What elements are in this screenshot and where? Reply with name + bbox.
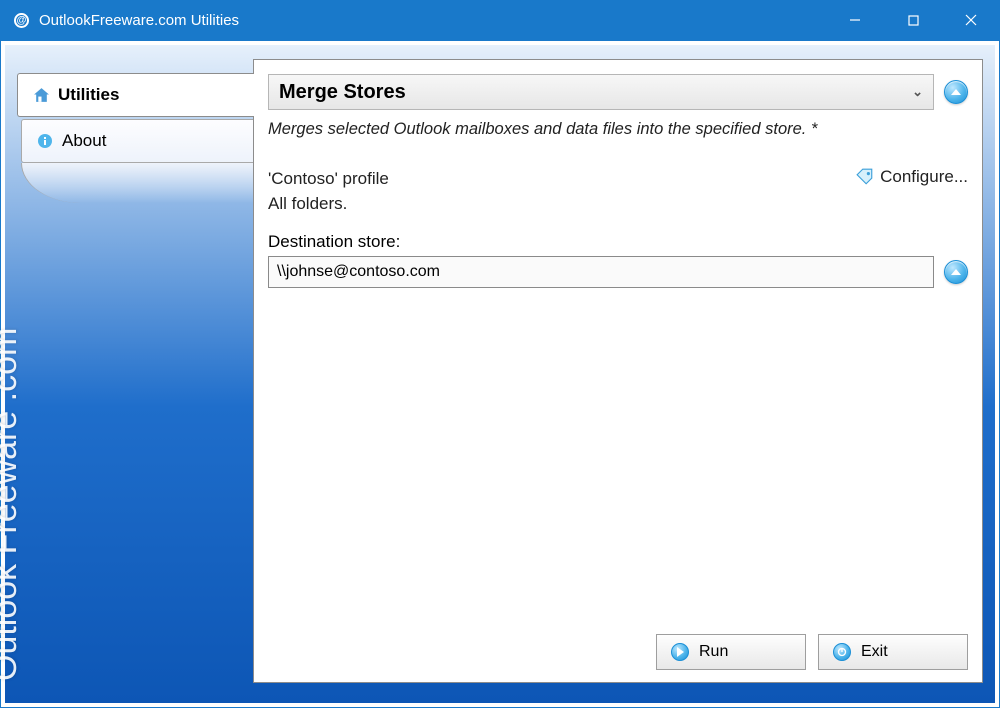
- maximize-button[interactable]: [884, 0, 942, 40]
- window-controls: [826, 0, 1000, 40]
- play-icon: [671, 643, 689, 661]
- exit-button[interactable]: Exit: [818, 634, 968, 670]
- destination-store-label: Destination store:: [268, 232, 968, 252]
- home-icon: [32, 86, 50, 104]
- chevron-down-icon: ⌄: [912, 84, 923, 100]
- app-icon: @: [14, 13, 29, 28]
- profile-info: 'Contoso' profile All folders.: [268, 167, 389, 216]
- minimize-button[interactable]: [826, 0, 884, 40]
- titlebar: @ OutlookFreeware.com Utilities: [0, 0, 1000, 40]
- section-header[interactable]: Merge Stores ⌄: [268, 74, 934, 110]
- configure-label: Configure...: [880, 167, 968, 187]
- folders-info: All folders.: [268, 192, 389, 217]
- eject-button[interactable]: [944, 80, 968, 104]
- run-button-label: Run: [699, 643, 728, 661]
- sidebar: Utilities About: [17, 59, 253, 683]
- section-title: Merge Stores: [279, 81, 406, 104]
- content-panel: Merge Stores ⌄ Merges selected Outlook m…: [253, 59, 983, 683]
- section-description: Merges selected Outlook mailboxes and da…: [268, 120, 968, 139]
- tab-utilities[interactable]: Utilities: [17, 73, 254, 117]
- app-body: Outlook Freeware .com Utilities About Me…: [5, 45, 995, 703]
- browse-store-button[interactable]: [944, 260, 968, 284]
- tab-label: Utilities: [58, 85, 119, 105]
- exit-button-label: Exit: [861, 643, 888, 661]
- run-button[interactable]: Run: [656, 634, 806, 670]
- profile-name: 'Contoso' profile: [268, 167, 389, 192]
- tag-icon: [856, 168, 874, 186]
- window-title: OutlookFreeware.com Utilities: [39, 12, 239, 29]
- tab-label: About: [62, 131, 106, 151]
- destination-store-input[interactable]: [268, 256, 934, 288]
- power-icon: [833, 643, 851, 661]
- close-button[interactable]: [942, 0, 1000, 40]
- configure-link[interactable]: Configure...: [856, 167, 968, 187]
- info-icon: [36, 132, 54, 150]
- tab-about[interactable]: About: [21, 119, 253, 163]
- sidebar-curve: [21, 163, 253, 203]
